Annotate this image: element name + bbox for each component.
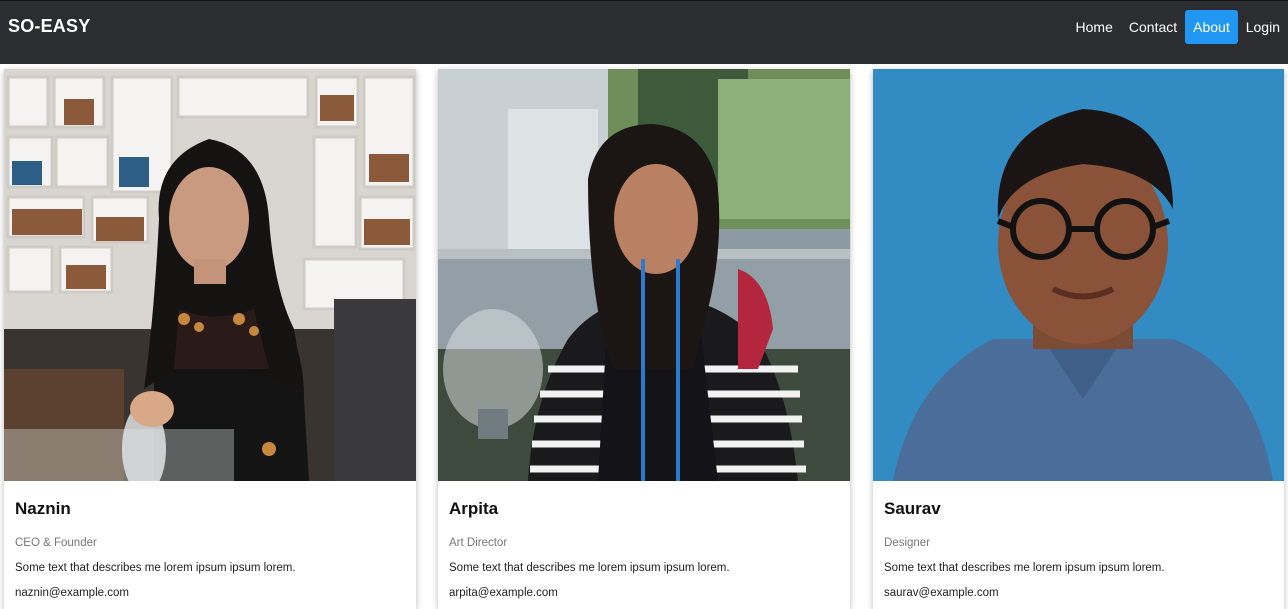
team-card-naznin: Naznin CEO & Founder Some text that desc… bbox=[4, 69, 416, 609]
member-name: Naznin bbox=[15, 499, 71, 518]
card-info: Naznin CEO & Founder Some text that desc… bbox=[15, 499, 406, 599]
nav-link-about[interactable]: About bbox=[1185, 10, 1238, 44]
member-name: Saurav bbox=[884, 499, 941, 518]
member-description: Some text that describes me lorem ipsum … bbox=[884, 562, 1165, 574]
member-description: Some text that describes me lorem ipsum … bbox=[449, 562, 730, 574]
member-role: Designer bbox=[884, 537, 931, 549]
nav-link-login[interactable]: Login bbox=[1238, 10, 1288, 44]
photo-arpita-image bbox=[438, 69, 850, 481]
navbar: SO-EASY Home Contact About Login bbox=[0, 0, 1288, 64]
nav-links: Home Contact About Login bbox=[1068, 10, 1288, 44]
nav-link-contact[interactable]: Contact bbox=[1121, 10, 1185, 44]
brand-logo[interactable]: SO-EASY bbox=[8, 16, 90, 37]
team-card-arpita: Arpita Art Director Some text that descr… bbox=[438, 69, 850, 609]
member-name: Arpita bbox=[449, 499, 499, 518]
member-email[interactable]: naznin@example.com bbox=[15, 587, 406, 599]
member-role: CEO & Founder bbox=[15, 537, 97, 549]
card-info: Saurav Designer Some text that describes… bbox=[884, 499, 1274, 599]
member-description: Some text that describes me lorem ipsum … bbox=[15, 562, 296, 574]
card-info: Arpita Art Director Some text that descr… bbox=[449, 499, 840, 599]
team-card-saurav: Saurav Designer Some text that describes… bbox=[873, 69, 1284, 609]
profile-photo bbox=[4, 69, 416, 481]
nav-link-home[interactable]: Home bbox=[1068, 10, 1121, 44]
photo-saurav-image bbox=[873, 69, 1284, 481]
profile-photo bbox=[873, 69, 1284, 481]
member-email[interactable]: saurav@example.com bbox=[884, 587, 1274, 599]
member-role: Art Director bbox=[449, 537, 508, 549]
member-email[interactable]: arpita@example.com bbox=[449, 587, 840, 599]
profile-photo bbox=[438, 69, 850, 481]
photo-naznin-image bbox=[4, 69, 416, 481]
